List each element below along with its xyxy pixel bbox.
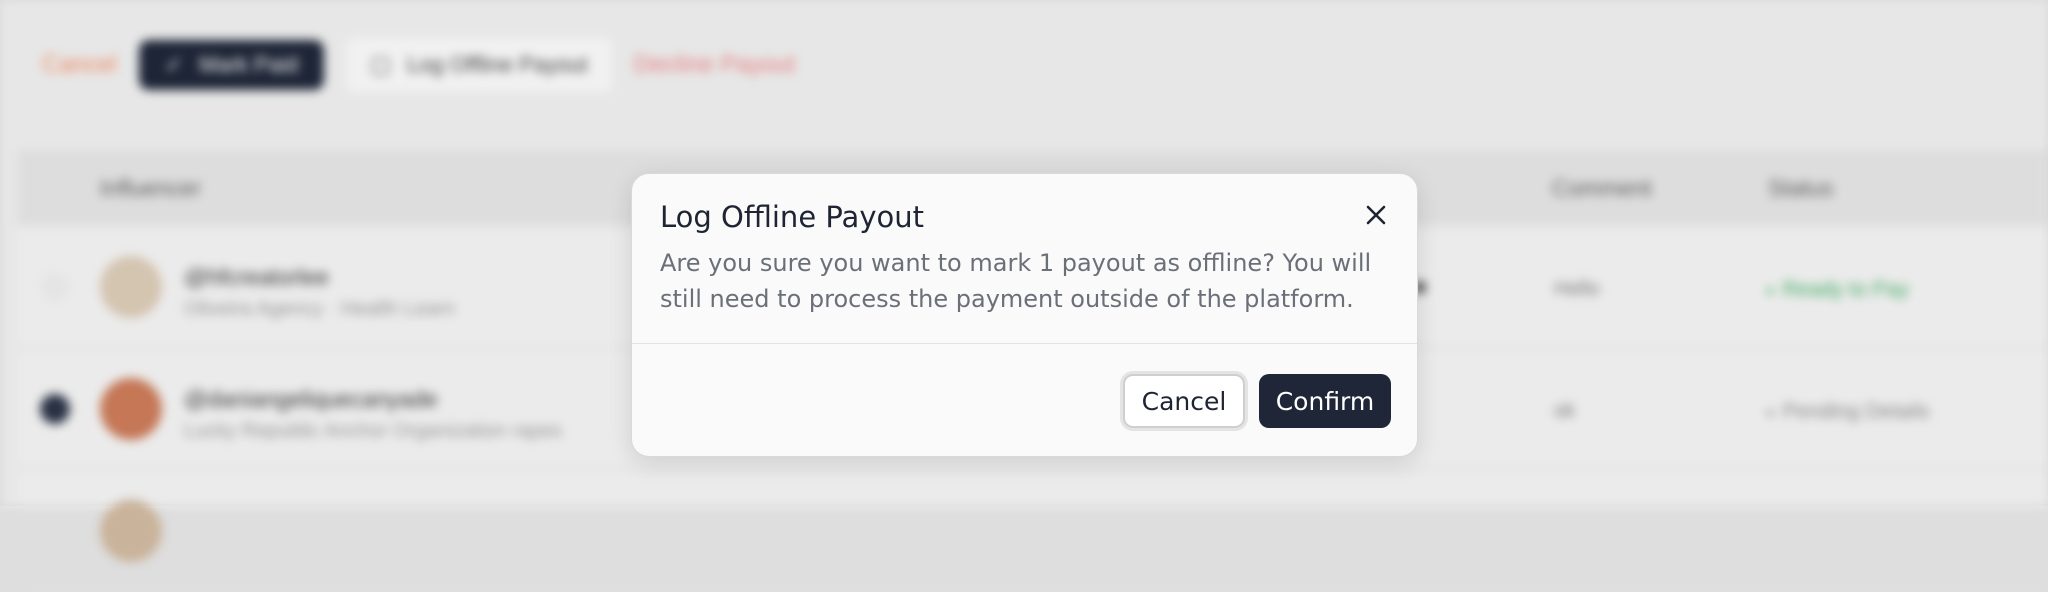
log-offline-payout-dialog: Log Offline Payout Are you sure you want…	[631, 173, 1418, 457]
close-button[interactable]	[1361, 200, 1391, 230]
close-icon	[1366, 205, 1386, 225]
avatar	[100, 500, 162, 562]
confirm-button[interactable]: Confirm	[1259, 374, 1391, 428]
cancel-button[interactable]: Cancel	[1123, 374, 1245, 428]
dialog-divider	[632, 343, 1417, 344]
dialog-title: Log Offline Payout	[660, 200, 924, 234]
dialog-message: Are you sure you want to mark 1 payout a…	[660, 249, 1372, 313]
